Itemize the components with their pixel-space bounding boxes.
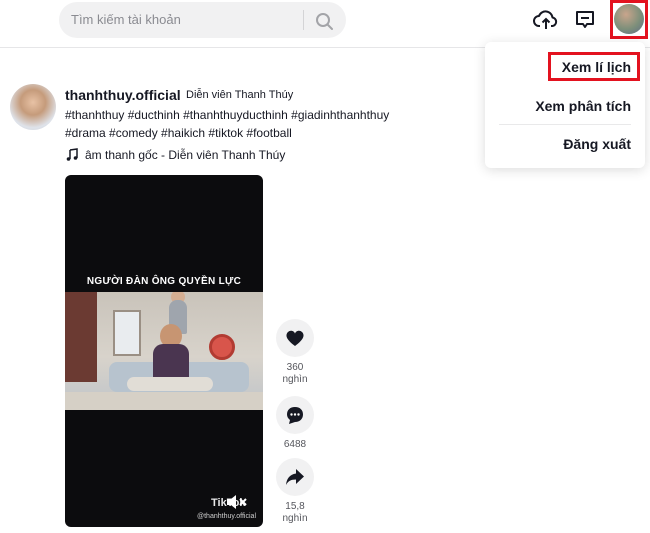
top-header: Tìm kiếm tài khoản — [0, 0, 650, 48]
like-button[interactable] — [276, 319, 314, 357]
share-icon — [286, 469, 304, 485]
music-note-icon — [66, 148, 78, 161]
comment-action: 6488 — [275, 396, 315, 451]
avatar-highlight-box — [610, 0, 648, 39]
menu-highlight-box — [548, 52, 640, 81]
inbox-icon[interactable] — [572, 7, 598, 33]
menu-item-view-analytics[interactable]: Xem phân tích — [535, 98, 631, 114]
search-input[interactable]: Tìm kiếm tài khoản — [71, 12, 181, 27]
video-frame — [65, 292, 263, 410]
author-username[interactable]: thanhthuy.official — [65, 87, 181, 103]
menu-item-logout[interactable]: Đăng xuất — [563, 136, 631, 152]
upload-icon[interactable] — [533, 7, 559, 33]
comment-icon — [287, 407, 303, 424]
search-bar[interactable]: Tìm kiếm tài khoản — [59, 2, 346, 38]
comment-count: 6488 — [283, 439, 307, 450]
fan-icon — [209, 334, 235, 360]
post-hashtags-line-2[interactable]: #drama #comedy #haikich #tiktok #footbal… — [65, 126, 465, 140]
music-link[interactable]: âm thanh gốc - Diễn viên Thanh Thúy — [65, 148, 285, 162]
video-watermark: @thanhthuy.official — [197, 513, 256, 520]
share-button[interactable] — [276, 458, 314, 496]
author-avatar[interactable] — [10, 84, 56, 130]
share-action: 15,8 nghìn — [275, 458, 315, 525]
mute-icon[interactable] — [225, 493, 249, 511]
menu-divider — [499, 124, 631, 125]
video-player[interactable]: NGƯỜI ĐÀN ÔNG QUYỀN LỰC TikTok @thanhthu… — [65, 175, 263, 527]
music-title: âm thanh gốc - Diễn viên Thanh Thúy — [85, 148, 286, 162]
comment-button[interactable] — [276, 396, 314, 434]
post-hashtags-line-1[interactable]: #thanhthuy #ducthinh #thanhthuyducthinh … — [65, 108, 465, 122]
video-caption-title: NGƯỜI ĐÀN ÔNG QUYỀN LỰC — [86, 276, 242, 287]
share-count: 15,8 nghìn — [282, 501, 308, 524]
like-count: 360 nghìn — [282, 362, 308, 385]
search-icon[interactable] — [313, 10, 335, 32]
like-action: 360 nghìn — [275, 319, 315, 386]
search-divider — [303, 10, 304, 30]
heart-icon — [286, 330, 304, 346]
author-nickname[interactable]: Diễn viên Thanh Thúy — [186, 89, 293, 101]
